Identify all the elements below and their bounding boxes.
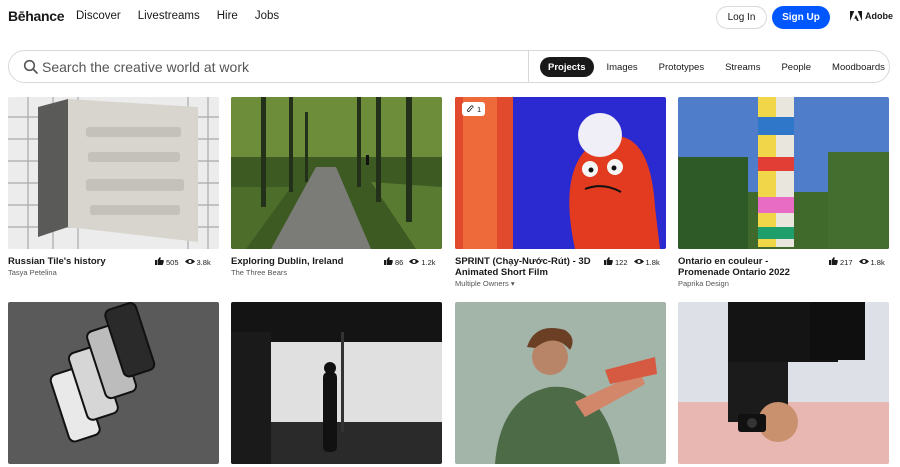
project-stats: 505 3.8k xyxy=(155,257,211,267)
project-title[interactable]: Exploring Dublin, Ireland xyxy=(231,256,376,267)
filter-images[interactable]: Images xyxy=(599,57,646,77)
adobe-link[interactable]: Adobe xyxy=(850,11,893,21)
eye-icon xyxy=(858,258,869,267)
login-button[interactable]: Log In xyxy=(716,6,767,29)
project-title[interactable]: SPRINT (Chạy-Nước-Rút) - 3D Animated Sho… xyxy=(455,256,595,278)
adobe-icon xyxy=(850,11,862,21)
adobe-label: Adobe xyxy=(865,11,893,21)
search-divider xyxy=(528,51,529,82)
nav-links: Discover Livestreams Hire Jobs xyxy=(76,10,296,22)
like-icon[interactable] xyxy=(829,257,838,267)
view-count: 1.8k xyxy=(645,257,660,267)
like-icon[interactable] xyxy=(384,257,393,267)
nav-jobs[interactable]: Jobs xyxy=(255,10,279,22)
paperclip-icon xyxy=(466,104,474,114)
project-thumbnail[interactable] xyxy=(678,302,889,464)
eye-icon xyxy=(409,258,420,267)
project-thumbnail[interactable] xyxy=(231,302,442,464)
nav-hire[interactable]: Hire xyxy=(217,10,238,22)
nav-livestreams[interactable]: Livestreams xyxy=(138,10,200,22)
behance-logo[interactable]: Bēhance xyxy=(8,8,65,24)
filter-people[interactable]: People xyxy=(773,57,819,77)
like-icon[interactable] xyxy=(604,257,613,267)
like-count: 122 xyxy=(615,257,628,267)
search-filters: Projects Images Prototypes Streams Peopl… xyxy=(540,57,898,77)
badge-count: 1 xyxy=(477,104,482,114)
filter-prototypes[interactable]: Prototypes xyxy=(651,57,712,77)
search-icon xyxy=(23,59,39,75)
like-icon[interactable] xyxy=(155,257,164,267)
project-owner[interactable]: Paprika Design xyxy=(678,279,729,288)
filter-projects[interactable]: Projects xyxy=(540,57,594,77)
signup-button[interactable]: Sign Up xyxy=(772,6,830,29)
project-thumbnail[interactable] xyxy=(678,97,889,249)
multi-image-badge: 1 xyxy=(462,102,486,116)
search-bar: Projects Images Prototypes Streams Peopl… xyxy=(8,50,890,83)
like-count: 505 xyxy=(166,257,179,267)
project-thumbnail[interactable] xyxy=(8,302,219,464)
view-count: 1.2k xyxy=(421,257,436,267)
project-owner[interactable]: Tasya Petelina xyxy=(8,268,57,277)
eye-icon xyxy=(184,258,195,267)
like-count: 86 xyxy=(395,257,404,267)
project-thumbnail[interactable] xyxy=(231,97,442,249)
filter-streams[interactable]: Streams xyxy=(717,57,768,77)
project-thumbnail[interactable] xyxy=(8,97,219,249)
nav-discover[interactable]: Discover xyxy=(76,10,121,22)
like-count: 217 xyxy=(840,257,853,267)
project-stats: 217 1.8k xyxy=(829,257,885,267)
search-input[interactable] xyxy=(42,57,522,77)
view-count: 3.8k xyxy=(196,257,211,267)
top-nav: Bēhance Discover Livestreams Hire Jobs L… xyxy=(0,0,900,34)
eye-icon xyxy=(633,258,644,267)
project-title[interactable]: Ontario en couleur - Promenade Ontario 2… xyxy=(678,256,818,278)
project-owner[interactable]: The Three Bears xyxy=(231,268,287,277)
project-thumbnail[interactable] xyxy=(455,302,666,464)
project-thumbnail[interactable]: 1 xyxy=(455,97,666,249)
project-stats: 86 1.2k xyxy=(384,257,436,267)
view-count: 1.8k xyxy=(870,257,885,267)
filter-moodboards[interactable]: Moodboards xyxy=(824,57,893,77)
project-owner[interactable]: Multiple Owners ▾ xyxy=(455,279,515,288)
project-title[interactable]: Russian Tile's history xyxy=(8,256,148,267)
project-stats: 122 1.8k xyxy=(604,257,660,267)
